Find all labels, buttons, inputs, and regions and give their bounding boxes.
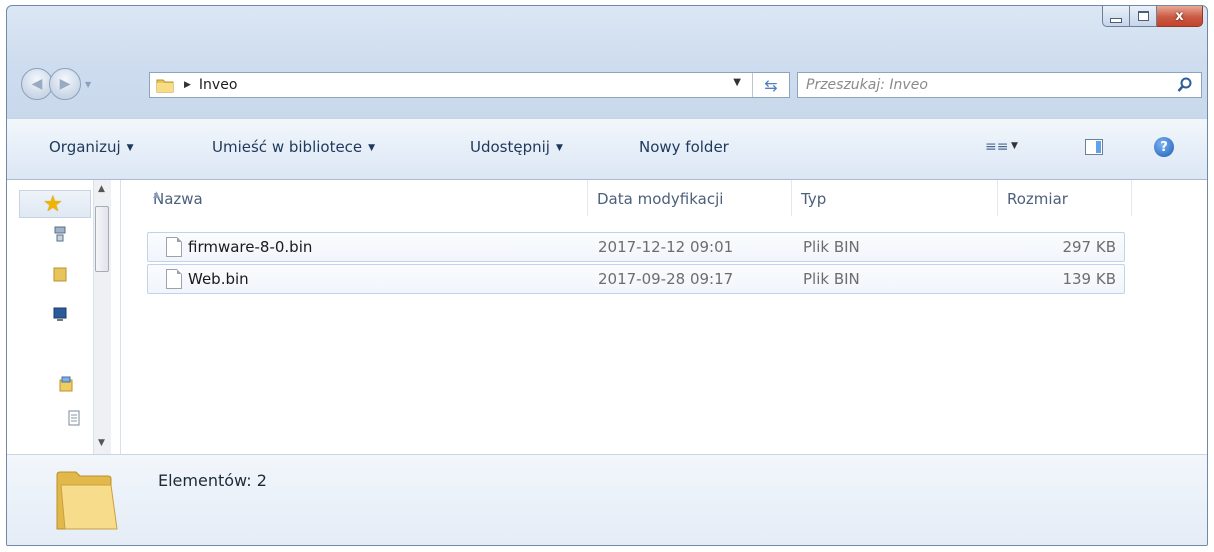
details-pane: Elementów: 2 xyxy=(7,454,1207,545)
help-icon[interactable]: ? xyxy=(1154,137,1174,157)
nav-buttons: ◀ ▶ ▼ xyxy=(21,68,91,100)
organize-menu[interactable]: Organizuj ▼ xyxy=(49,138,134,156)
column-divider[interactable] xyxy=(791,180,792,216)
chevron-down-icon: ▼ xyxy=(368,143,376,153)
file-name: Web.bin xyxy=(188,270,249,288)
views-dropdown-icon[interactable]: ▼ xyxy=(1011,141,1018,151)
views-icon[interactable]: ≡≡ xyxy=(985,139,1008,155)
share-label: Udostępnij xyxy=(470,138,550,156)
folder-icon xyxy=(156,79,174,93)
address-dropdown-icon[interactable]: ▼ xyxy=(733,77,741,88)
minimize-button[interactable] xyxy=(1102,6,1130,27)
organize-label: Organizuj xyxy=(49,138,121,156)
maximize-button[interactable] xyxy=(1130,6,1157,27)
address-bar[interactable]: ▶ Inveo ▼ ⇆ xyxy=(149,72,790,98)
document-icon xyxy=(68,410,80,426)
column-divider[interactable] xyxy=(997,180,998,216)
column-size-label: Rozmiar xyxy=(1007,190,1068,208)
command-bar: Organizuj ▼ Umieść w bibliotece ▼ Udostępn… xyxy=(7,118,1207,180)
file-date: 2017-09-28 09:17 xyxy=(598,270,734,288)
scroll-down-icon[interactable]: ▼ xyxy=(98,438,105,448)
search-icon[interactable] xyxy=(1177,77,1193,93)
file-row[interactable]: Web.bin 2017-09-28 09:17 Plik BIN 139 KB xyxy=(147,264,1125,294)
column-header-date[interactable]: Data modyfikacji xyxy=(591,180,791,216)
folder-icon xyxy=(56,471,118,530)
file-size: 139 KB xyxy=(1062,270,1116,288)
help-label: ? xyxy=(1160,139,1168,155)
library-icon xyxy=(59,376,73,392)
file-type: Plik BIN xyxy=(803,238,860,256)
include-library-label: Umieść w bibliotece xyxy=(212,138,363,156)
scrollbar-thumb[interactable] xyxy=(95,206,109,272)
new-folder-button[interactable]: Nowy folder xyxy=(639,138,729,156)
navigation-scrollbar[interactable]: ▲ ▼ xyxy=(93,180,111,454)
file-icon xyxy=(166,269,182,289)
refresh-icon: ⇆ xyxy=(764,75,778,95)
file-date: 2017-12-12 09:01 xyxy=(598,238,734,256)
file-icon xyxy=(166,237,182,257)
folder-icon xyxy=(53,267,67,282)
minimize-icon xyxy=(1110,17,1122,23)
chevron-down-icon: ▼ xyxy=(555,143,563,153)
close-icon: x xyxy=(1175,8,1184,24)
breadcrumb-arrow-icon[interactable]: ▶ xyxy=(184,80,191,90)
close-button[interactable]: x xyxy=(1157,6,1203,27)
star-icon: ★ xyxy=(43,192,63,217)
include-library-menu[interactable]: Umieść w bibliotece ▼ xyxy=(212,138,375,156)
computer-icon xyxy=(53,307,67,321)
navigation-pane: ★ ▲ ▼ xyxy=(7,180,121,454)
column-divider[interactable] xyxy=(1131,180,1132,216)
caption-buttons: x xyxy=(1102,6,1203,27)
column-divider[interactable] xyxy=(587,180,588,216)
column-header-type[interactable]: Typ xyxy=(795,180,995,216)
file-size: 297 KB xyxy=(1062,238,1116,256)
column-header-name[interactable]: Nazwa ▲ xyxy=(147,180,587,216)
new-folder-label: Nowy folder xyxy=(639,138,729,156)
column-date-label: Data modyfikacji xyxy=(597,190,724,208)
refresh-button[interactable]: ⇆ xyxy=(752,73,789,97)
forward-button[interactable]: ▶ xyxy=(49,68,81,100)
back-icon: ◀ xyxy=(31,76,43,92)
column-name-label: Nazwa xyxy=(153,190,203,208)
item-count: Elementów: 2 xyxy=(158,471,267,490)
file-row[interactable]: firmware-8-0.bin 2017-12-12 09:01 Plik B… xyxy=(147,232,1125,262)
maximize-icon xyxy=(1137,11,1149,21)
column-type-label: Typ xyxy=(801,190,827,208)
content-area: ★ ▲ ▼ Nazwa ▲ Data modyfikacji Typ Rozmi… xyxy=(7,180,1207,454)
scroll-up-icon[interactable]: ▲ xyxy=(98,184,105,194)
forward-icon: ▶ xyxy=(59,76,71,92)
file-type: Plik BIN xyxy=(803,270,860,288)
search-box[interactable]: Przeszukaj: Inveo xyxy=(797,72,1202,98)
network-icon xyxy=(54,226,66,242)
search-input[interactable]: Przeszukaj: Inveo xyxy=(806,77,928,93)
sort-ascending-icon: ▲ xyxy=(153,190,160,200)
column-header-size[interactable]: Rozmiar xyxy=(1001,180,1131,216)
explorer-window: x ◀ ▶ ▼ ▶ Inveo ▼ ⇆ Przeszukaj: Inveo Or… xyxy=(6,5,1208,546)
share-menu[interactable]: Udostępnij ▼ xyxy=(470,138,563,156)
preview-pane-icon[interactable] xyxy=(1085,139,1103,155)
recent-pages-dropdown[interactable]: ▼ xyxy=(85,80,91,89)
file-name: firmware-8-0.bin xyxy=(188,238,313,256)
breadcrumb-current[interactable]: Inveo xyxy=(199,77,237,93)
chevron-down-icon: ▼ xyxy=(126,143,134,153)
